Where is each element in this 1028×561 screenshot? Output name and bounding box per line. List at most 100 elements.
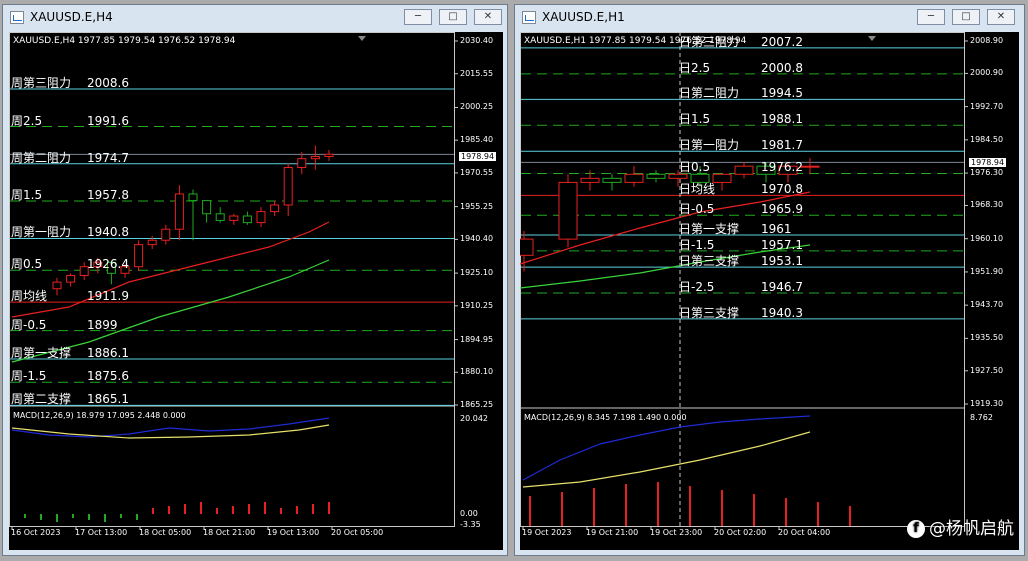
scroll-marker-icon — [358, 36, 366, 41]
candle-body — [602, 177, 622, 183]
level-name: 周-0.5 — [11, 317, 47, 332]
price-axis-label: 1985.40 — [460, 135, 494, 145]
level-name: 周0.5 — [11, 257, 43, 272]
price-axis-label: 1865.25 — [460, 400, 494, 409]
level-value: 1988.1 — [761, 112, 803, 127]
window-title: XAUUSD.E,H4 — [30, 10, 113, 24]
level-name: 周第一支撑 — [11, 346, 72, 361]
price-axis-label: 1955.25 — [460, 201, 494, 211]
level-value: 1865.1 — [87, 392, 129, 407]
level-value: 1911.9 — [87, 289, 129, 304]
maximize-button[interactable]: □ — [952, 9, 980, 25]
watermark-text: @杨帆启航 — [929, 519, 1014, 539]
level-name: 日-0.5 — [679, 202, 715, 217]
candle-body — [52, 281, 62, 290]
candle-body — [134, 244, 144, 268]
level-name: 日第三支撑 — [679, 305, 740, 320]
price-axis-label: 2000.90 — [970, 68, 1004, 78]
level-value: 2007.2 — [761, 34, 803, 49]
level-name: 周-1.5 — [11, 369, 47, 384]
plot-frame — [9, 32, 455, 527]
level-name: 周第二阻力 — [11, 150, 72, 165]
price-axis-label: 1935.50 — [970, 333, 1004, 343]
candle-body — [147, 239, 157, 246]
level-name: 日第一阻力 — [679, 138, 740, 153]
facebook-icon: f — [907, 520, 925, 538]
level-value: 1899 — [87, 317, 118, 332]
chart-canvas[interactable]: XAUUSD.E,H4 1977.85 1979.54 1976.52 1978… — [9, 32, 503, 550]
level-value: 1926.4 — [87, 257, 129, 272]
price-axis-label: 1951.90 — [970, 266, 1004, 276]
price-axis-label: 1943.70 — [970, 300, 1004, 310]
candle-body — [283, 167, 293, 206]
chart-canvas[interactable]: XAUUSD.E,H1 1977.85 1979.54 1976.52 1978… — [520, 32, 1019, 550]
price-axis-label: 2015.55 — [460, 68, 494, 78]
level-name: 日-1.5 — [679, 237, 715, 252]
level-value: 1974.7 — [87, 150, 129, 165]
candle-body — [174, 193, 184, 230]
price-axis-label: 1925.10 — [460, 268, 494, 278]
level-value: 1940.3 — [761, 305, 803, 320]
time-axis-label: 19 Oct 23:00 — [650, 528, 703, 537]
candle-body — [202, 200, 212, 215]
level-name: 日2.5 — [679, 60, 711, 75]
price-axis-label: 1919.30 — [970, 399, 1004, 408]
level-name: 周2.5 — [11, 113, 43, 128]
maximize-button[interactable]: □ — [439, 9, 467, 25]
candle-body — [270, 204, 280, 213]
price-axis-label: 1960.10 — [970, 233, 1004, 243]
title-bar[interactable]: XAUUSD.E,H4 ─ □ ✕ — [3, 5, 507, 31]
level-value: 2000.8 — [761, 60, 803, 75]
time-axis-label: 20 Oct 04:00 — [778, 528, 831, 537]
title-bar[interactable]: XAUUSD.E,H1 ─ □ ✕ — [515, 5, 1024, 31]
minimize-button[interactable]: ─ — [404, 9, 432, 25]
level-name: 周第一阻力 — [11, 225, 72, 240]
level-value: 1946.7 — [761, 279, 803, 294]
level-value: 1961 — [761, 222, 792, 237]
price-axis-label: 1970.55 — [460, 167, 494, 177]
chart-window-h1[interactable]: XAUUSD.E,H1 ─ □ ✕ XAUUSD.E,H1 1977.85 19… — [514, 4, 1025, 556]
chart-window-h4[interactable]: XAUUSD.E,H4 ─ □ ✕ XAUUSD.E,H4 1977.85 19… — [2, 4, 508, 556]
close-button[interactable]: ✕ — [987, 9, 1015, 25]
price-axis-label: 1910.25 — [460, 300, 494, 310]
level-name: 日第一支撑 — [679, 222, 740, 237]
candle-body — [690, 173, 710, 183]
candle-body — [161, 228, 171, 241]
current-price-marker: 1978.94 — [969, 158, 1007, 167]
level-name: 日1.5 — [679, 112, 711, 127]
level-value: 1875.6 — [87, 369, 129, 384]
candle-body — [324, 153, 334, 157]
time-axis-label: 19 Oct 13:00 — [267, 528, 320, 537]
candle-body — [520, 238, 534, 256]
candle-body — [580, 177, 600, 183]
minimize-button[interactable]: ─ — [917, 9, 945, 25]
level-value: 1940.8 — [87, 225, 129, 240]
candle-body — [229, 215, 239, 221]
price-axis-label: 1968.30 — [970, 200, 1004, 210]
level-value: 1981.7 — [761, 138, 803, 153]
level-name: 周1.5 — [11, 188, 43, 202]
macd-line — [11, 417, 330, 438]
candle-body — [734, 165, 754, 175]
candle-body — [297, 158, 307, 169]
candle-body — [188, 193, 198, 202]
candle-body — [66, 275, 76, 283]
time-axis-label: 19 Oct 21:00 — [586, 528, 639, 537]
price-axis-label: 2000.25 — [460, 102, 494, 112]
macd-axis-label: 20.042 — [460, 414, 488, 423]
macd-line — [522, 415, 811, 481]
level-value: 1965.9 — [761, 202, 803, 217]
price-axis-label: 1894.95 — [460, 334, 494, 344]
candle-body — [800, 165, 820, 168]
window-title: XAUUSD.E,H1 — [542, 10, 625, 24]
level-name: 日均线 — [679, 182, 716, 197]
candle-body — [646, 173, 666, 179]
price-axis-label: 2030.40 — [460, 36, 494, 45]
price-axis-label: 2008.90 — [970, 36, 1004, 45]
scroll-marker-icon — [868, 36, 876, 41]
level-value: 1991.6 — [87, 113, 129, 128]
level-value: 1957.1 — [761, 237, 803, 252]
close-button[interactable]: ✕ — [474, 9, 502, 25]
level-name: 日0.5 — [679, 160, 711, 175]
price-axis-label: 1976.30 — [970, 168, 1004, 178]
